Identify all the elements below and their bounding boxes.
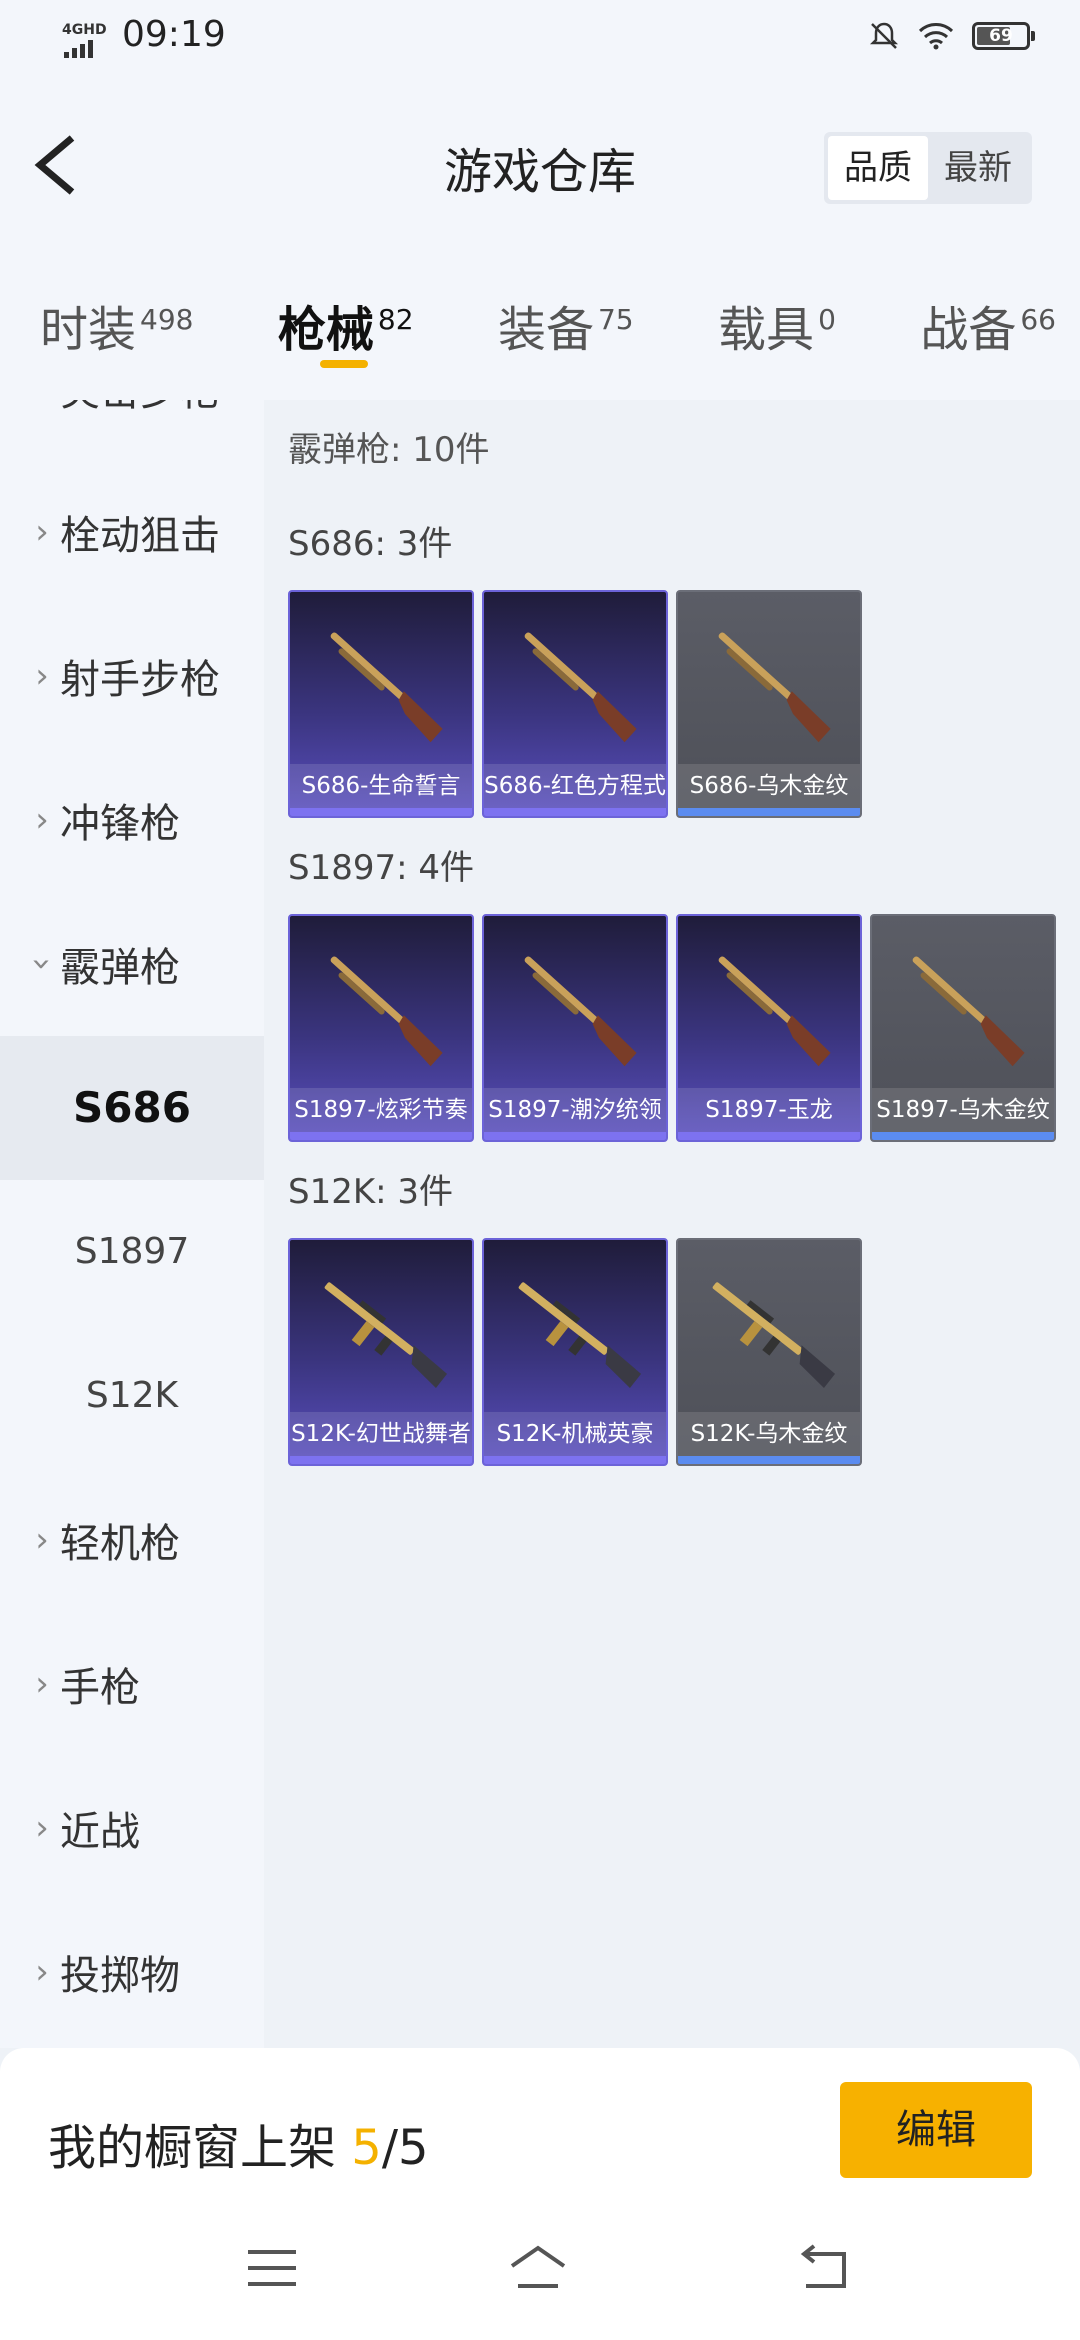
battery-icon: 69 [972,22,1035,50]
skin-card[interactable]: S12K-乌木金纹 [676,1238,862,1466]
edit-button[interactable]: 编辑 [840,2082,1032,2178]
tab-guns[interactable]: 枪械 82 [278,250,414,400]
category-tabs: 时装 498 枪械 82 装备 75 载具 0 战备 66 [0,250,1080,400]
menu-icon[interactable] [240,2236,304,2300]
rifle-icon [500,1264,654,1404]
sidebar-item-assault-rifle[interactable]: ›突击步枪 [0,400,264,460]
shotgun-icon [306,940,460,1080]
sidebar-sub-s1897[interactable]: S1897 [0,1180,264,1324]
chevron-right-icon: › [35,656,49,696]
sort-toggle: 品质 最新 [824,132,1032,204]
skin-card[interactable]: S1897-炫彩节奏 [288,914,474,1142]
shotgun-icon [888,940,1042,1080]
sidebar-sub-s12k[interactable]: S12K [0,1324,264,1468]
status-time: 09:19 [122,14,226,55]
sidebar-item-pistol[interactable]: › 手枪 [0,1612,264,1756]
sidebar-sub-s686[interactable]: S686 [0,1036,264,1180]
sidebar-item-lmg[interactable]: › 轻机枪 [0,1468,264,1612]
skin-card[interactable]: S686-生命誓言 [288,590,474,818]
showcase-status: 我的橱窗上架 5/5 [48,2120,429,2176]
wifi-icon [918,23,954,50]
shotgun-icon [694,940,848,1080]
group-label-s1897: S1897: 4件 [288,848,475,888]
skin-card[interactable]: S12K-幻世战舞者 [288,1238,474,1466]
chevron-right-icon: › [24,400,60,408]
back-nav-icon[interactable] [792,2236,856,2300]
status-bar: 4GHD 09:19 69 [0,0,1080,80]
chevron-right-icon: › [35,1952,49,1992]
chevron-right-icon: › [35,1808,49,1848]
tab-vehicles[interactable]: 载具 0 [718,250,836,400]
skin-card[interactable]: S1897-潮汐统领 [482,914,668,1142]
status-icons: 69 [868,20,1035,52]
rifle-icon [694,1264,848,1404]
signal-icon [64,40,93,58]
item-grid: 霰弹枪: 10件 S686: 3件 S686-生命誓言 S686-红色方程式 S… [264,400,1080,2048]
skin-card[interactable]: S12K-机械英豪 [482,1238,668,1466]
shotgun-icon [694,616,848,756]
header: 游戏仓库 品质 最新 [0,80,1080,250]
sidebar-item-bolt-sniper[interactable]: › 栓动狙击 [0,460,264,604]
category-count: 霰弹枪: 10件 [288,430,490,470]
sidebar-item-throwables[interactable]: › 投掷物 [0,1900,264,2044]
tab-fashion[interactable]: 时装 498 [40,250,193,400]
shotgun-icon [500,940,654,1080]
chevron-right-icon: › [35,512,49,552]
chevron-down-icon: › [22,957,62,971]
sidebar-item-shotgun[interactable]: › 霰弹枪 [0,892,264,1036]
weapon-category-sidebar: ›突击步枪 ›栓动狙击 ›射手步枪 ›冲锋枪 ›霰弹枪 S686 S1897 S… [0,400,264,2048]
chevron-right-icon: › [35,1520,49,1560]
mute-bell-icon [869,22,899,49]
skin-card[interactable]: S686-红色方程式 [482,590,668,818]
skin-card[interactable]: S686-乌木金纹 [676,590,862,818]
sort-quality-button[interactable]: 品质 [828,136,928,200]
shotgun-icon [500,616,654,756]
system-nav-bar [0,2196,1080,2340]
chevron-right-icon: › [35,800,49,840]
home-icon[interactable] [506,2236,570,2300]
sidebar-item-smg[interactable]: › 冲锋枪 [0,748,264,892]
skin-card[interactable]: S1897-乌木金纹 [870,914,1056,1142]
rifle-icon [306,1264,460,1404]
tab-equipment[interactable]: 装备 75 [498,250,634,400]
group-label-s12k: S12K: 3件 [288,1172,454,1212]
network-type: 4GHD [62,22,107,38]
sort-latest-button[interactable]: 最新 [928,136,1028,200]
sidebar-item-melee[interactable]: › 近战 [0,1756,264,1900]
group-label-s686: S686: 3件 [288,524,453,564]
tab-active-indicator [319,360,368,368]
tab-supplies[interactable]: 战备 66 [920,250,1056,400]
skin-card[interactable]: S1897-玉龙 [676,914,862,1142]
sidebar-item-marksman[interactable]: › 射手步枪 [0,604,264,748]
chevron-right-icon: › [35,1664,49,1704]
shotgun-icon [306,616,460,756]
